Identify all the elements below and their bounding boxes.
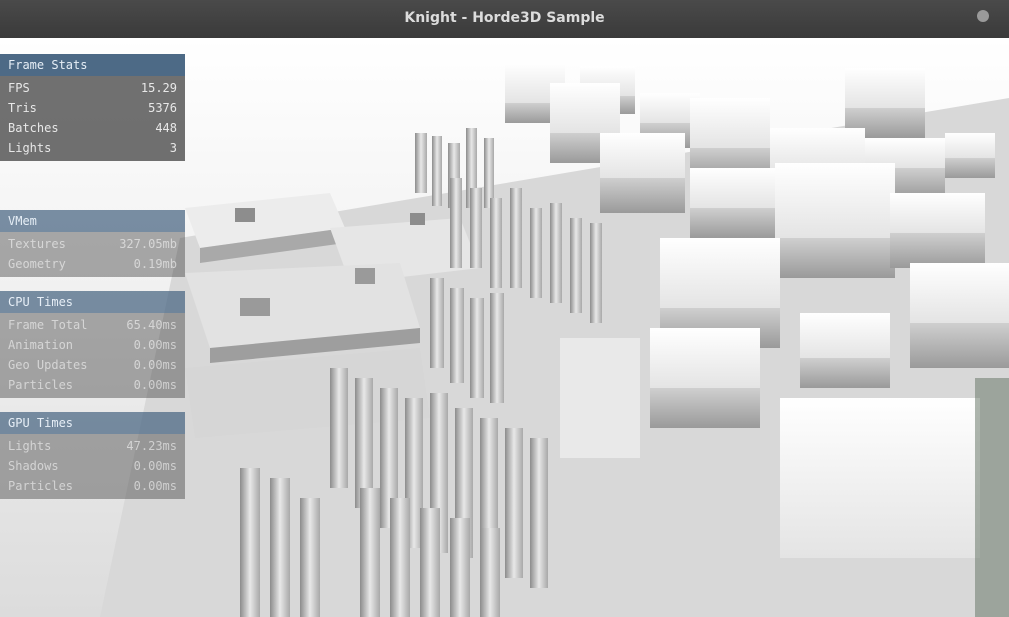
stat-value: 0.19mb — [133, 257, 177, 271]
cpu-times-title: CPU Times — [0, 291, 185, 313]
vmem-title: VMem — [0, 210, 185, 232]
stat-row: Lights 3 — [0, 138, 185, 158]
stat-value: 0.00ms — [133, 338, 177, 352]
stat-value: 0.00ms — [133, 358, 177, 372]
stat-label: FPS — [8, 81, 30, 95]
stat-row: Geometry 0.19mb — [0, 254, 185, 274]
stat-row: Lights 47.23ms — [0, 436, 185, 456]
stat-label: Lights — [8, 439, 52, 453]
window-title: Knight - Horde3D Sample — [404, 10, 605, 26]
window-titlebar[interactable]: Knight - Horde3D Sample — [0, 0, 1009, 39]
stat-value: 65.40ms — [126, 318, 177, 332]
stat-value: 15.29 — [140, 81, 177, 95]
stat-label: Geo Updates — [8, 358, 88, 372]
gpu-times-title: GPU Times — [0, 412, 185, 434]
stat-row: Textures 327.05mb — [0, 234, 185, 254]
vmem-panel: VMem Textures 327.05mb Geometry 0.19mb — [0, 210, 185, 277]
close-window-button[interactable] — [977, 10, 989, 22]
stat-label: Shadows — [8, 459, 59, 473]
stat-label: Geometry — [8, 257, 66, 271]
stat-label: Particles — [8, 479, 74, 493]
stat-label: Animation — [8, 338, 74, 352]
stat-row: Animation 0.00ms — [0, 335, 185, 355]
stat-row: FPS 15.29 — [0, 78, 185, 98]
stat-label: Batches — [8, 121, 59, 135]
stat-row: Frame Total 65.40ms — [0, 315, 185, 335]
stat-value: 327.05mb — [119, 237, 177, 251]
stat-label: Frame Total — [8, 318, 88, 332]
stat-value: 47.23ms — [126, 439, 177, 453]
stat-label: Tris — [8, 101, 37, 115]
stat-value: 5376 — [148, 101, 177, 115]
frame-stats-panel: Frame Stats FPS 15.29 Tris 5376 Batches 448… — [0, 54, 185, 161]
stat-value: 448 — [155, 121, 177, 135]
3d-viewport[interactable]: Frame Stats FPS 15.29 Tris 5376 Batches 448… — [0, 38, 1009, 617]
stat-value: 0.00ms — [133, 479, 177, 493]
cpu-times-panel: CPU Times Frame Total 65.40ms Animation 0.… — [0, 291, 185, 398]
stat-label: Lights — [8, 141, 52, 155]
stat-row: Shadows 0.00ms — [0, 456, 185, 476]
stat-row: Batches 448 — [0, 118, 185, 138]
frame-stats-title: Frame Stats — [0, 54, 185, 76]
stat-value: 0.00ms — [133, 459, 177, 473]
stat-row: Tris 5376 — [0, 98, 185, 118]
stat-row: Geo Updates 0.00ms — [0, 355, 185, 375]
stat-row: Particles 0.00ms — [0, 375, 185, 395]
stat-row: Particles 0.00ms — [0, 476, 185, 496]
stat-value: 0.00ms — [133, 378, 177, 392]
gpu-times-panel: GPU Times Lights 47.23ms Shadows 0.00ms Pa… — [0, 412, 185, 499]
stat-value: 3 — [169, 141, 177, 155]
stat-label: Particles — [8, 378, 74, 392]
stat-label: Textures — [8, 237, 66, 251]
